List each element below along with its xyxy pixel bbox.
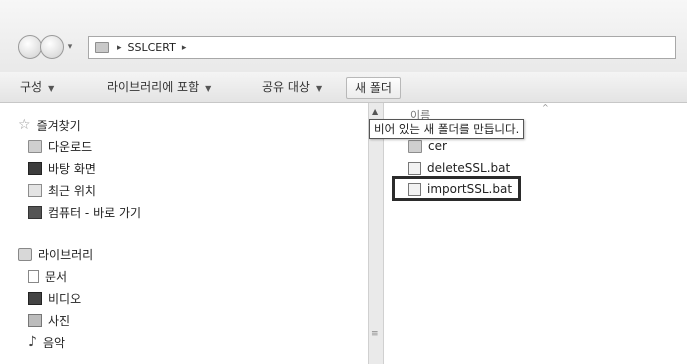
nav-item-label: 바탕 화면 [48, 161, 96, 176]
music-icon: ♪ [28, 334, 37, 350]
downloads-folder-icon [28, 139, 42, 153]
libraries-header[interactable]: 라이브러리 [18, 245, 93, 263]
navigation-scrollbar[interactable]: ▲ ≡ [368, 103, 384, 364]
title-bar: ▾ ▸ SSLCERT ▸ [0, 0, 687, 73]
share-with-button[interactable]: 공유 대상 ▼ [262, 78, 322, 96]
recent-places-icon [28, 183, 42, 197]
favorites-header[interactable]: ☆ 즐겨찾기 [18, 116, 81, 134]
nav-item-music[interactable]: ♪ 음악 [28, 333, 65, 351]
computer-icon [28, 205, 42, 219]
nav-item-documents[interactable]: 문서 [28, 267, 67, 285]
nav-item-recent-places[interactable]: 최근 위치 [28, 181, 96, 199]
recent-pages-dropdown-icon[interactable]: ▾ [64, 40, 76, 54]
navigation-pane: ☆ 즐겨찾기 다운로드 바탕 화면 최근 위치 컴퓨터 - 바로 가기 라이브러… [0, 103, 368, 364]
chevron-down-icon: ▼ [205, 84, 212, 93]
documents-icon [28, 269, 39, 283]
nav-item-downloads[interactable]: 다운로드 [28, 137, 92, 155]
file-name: deleteSSL.bat [427, 161, 511, 175]
chevron-down-icon: ▼ [48, 84, 55, 93]
share-label: 공유 대상 [262, 80, 310, 94]
videos-icon [28, 291, 42, 305]
nav-item-desktop[interactable]: 바탕 화면 [28, 159, 96, 177]
organize-button[interactable]: 구성 ▼ [20, 78, 54, 96]
command-toolbar: 구성 ▼ 라이브러리에 포함 ▼ 공유 대상 ▼ 새 폴더 [0, 72, 687, 103]
file-name: cer [428, 139, 447, 153]
chevron-down-icon: ▼ [315, 84, 323, 93]
file-list-pane: 이름 ^ cer deleteSSL.bat importSSL.bat [384, 103, 687, 364]
address-bar[interactable]: ▸ SSLCERT ▸ [88, 36, 676, 59]
favorites-label: 즐겨찾기 [36, 118, 81, 133]
back-button[interactable] [18, 35, 42, 59]
nav-item-computer-shortcut[interactable]: 컴퓨터 - 바로 가기 [28, 203, 141, 221]
forward-button[interactable] [40, 35, 64, 59]
folder-icon [95, 42, 109, 53]
star-icon: ☆ [18, 117, 31, 133]
batch-file-icon [408, 161, 421, 175]
nav-item-videos[interactable]: 비디오 [28, 289, 81, 307]
nav-item-label: 사진 [48, 313, 71, 328]
include-library-label: 라이브러리에 포함 [107, 80, 200, 94]
nav-item-label: 비디오 [48, 291, 82, 306]
file-item-deletessl[interactable]: deleteSSL.bat [408, 159, 510, 177]
folder-icon [408, 139, 422, 153]
library-icon [18, 247, 32, 261]
new-folder-tooltip: 비어 있는 새 폴더를 만듭니다. [369, 119, 525, 139]
nav-item-pictures[interactable]: 사진 [28, 311, 70, 329]
libraries-label: 라이브러리 [38, 247, 94, 262]
include-in-library-button[interactable]: 라이브러리에 포함 ▼ [107, 78, 211, 96]
breadcrumb-separator-end[interactable]: ▸ [182, 43, 187, 53]
nav-item-label: 음악 [42, 335, 66, 350]
breadcrumb-sslcert[interactable]: SSLCERT [128, 41, 176, 54]
scroll-grip-icon[interactable]: ≡ [371, 329, 379, 339]
desktop-icon [28, 161, 42, 175]
file-item-cer[interactable]: cer [408, 137, 447, 155]
nav-item-label: 다운로드 [48, 139, 93, 154]
scroll-up-arrow-icon[interactable]: ▲ [372, 107, 378, 116]
sort-ascending-icon: ^ [542, 103, 549, 112]
pictures-icon [28, 313, 42, 327]
nav-item-label: 컴퓨터 - 바로 가기 [48, 205, 142, 220]
organize-label: 구성 [20, 80, 43, 94]
highlight-box [392, 176, 521, 201]
breadcrumb-separator[interactable]: ▸ [117, 43, 122, 53]
nav-item-label: 최근 위치 [48, 183, 96, 198]
nav-item-label: 문서 [45, 269, 68, 284]
new-folder-button[interactable]: 새 폴더 [346, 77, 401, 99]
